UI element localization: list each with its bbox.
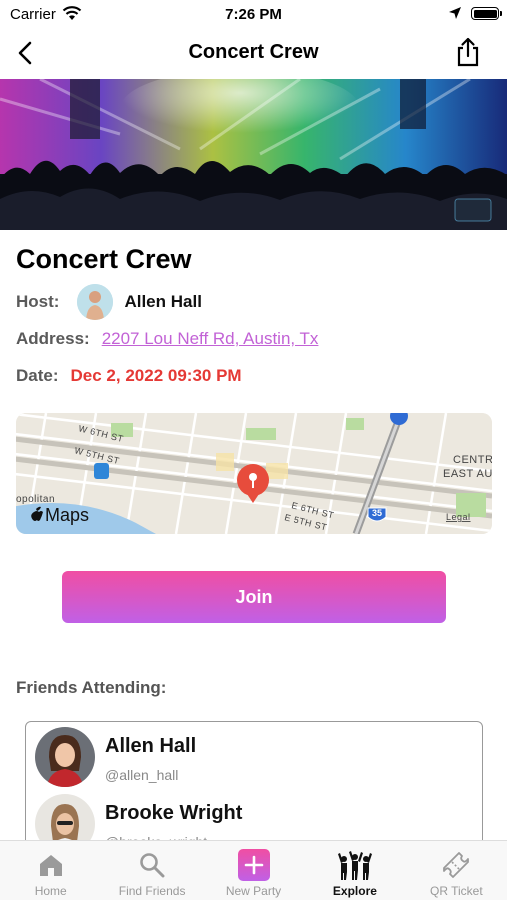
svg-text:Maps: Maps bbox=[45, 505, 89, 525]
event-date: Dec 2, 2022 09:30 PM bbox=[70, 366, 242, 385]
people-cheering-icon bbox=[337, 849, 372, 881]
tab-new-party[interactable]: New Party bbox=[203, 841, 304, 900]
location-map[interactable]: 35 W 6TH ST W 5TH ST E 6TH ST E 5TH ST C… bbox=[16, 413, 492, 534]
tab-bar: Home Find Friends New Party Explore QR T… bbox=[0, 840, 507, 900]
svg-text:35: 35 bbox=[372, 508, 382, 518]
tab-find-friends[interactable]: Find Friends bbox=[101, 841, 202, 900]
ticket-icon bbox=[439, 849, 473, 881]
friend-name: Allen Hall bbox=[105, 735, 197, 757]
avatar[interactable] bbox=[77, 284, 114, 320]
tab-label: Explore bbox=[332, 884, 377, 898]
svg-text:Legal: Legal bbox=[446, 512, 471, 522]
friend-handle: @allen_hall bbox=[105, 767, 179, 783]
tab-qr-ticket[interactable]: QR Ticket bbox=[406, 841, 507, 900]
join-button[interactable]: Join bbox=[62, 571, 446, 623]
list-item[interactable]: Allen Hall @allen_hall bbox=[35, 725, 475, 787]
friends-attending-label: Friends Attending: bbox=[16, 678, 167, 697]
address-row: Address: 2207 Lou Neff Rd, Austin, Tx bbox=[16, 329, 318, 349]
search-icon bbox=[135, 849, 169, 881]
plus-icon bbox=[237, 849, 271, 881]
svg-text:EAST AU: EAST AU bbox=[443, 468, 492, 480]
navigation-bar: Concert Crew bbox=[0, 28, 507, 78]
tab-label: QR Ticket bbox=[429, 884, 483, 898]
tab-label: Find Friends bbox=[118, 884, 186, 898]
svg-text:opolitan: opolitan bbox=[16, 494, 55, 505]
battery-icon bbox=[471, 7, 502, 20]
event-title: Concert Crew bbox=[16, 244, 192, 274]
share-icon[interactable] bbox=[454, 36, 482, 68]
address-link[interactable]: 2207 Lou Neff Rd, Austin, Tx bbox=[102, 329, 319, 349]
event-cover-image bbox=[0, 79, 507, 230]
host-name[interactable]: Allen Hall bbox=[124, 292, 201, 312]
avatar bbox=[35, 727, 95, 787]
status-bar: Carrier 7:26 PM bbox=[0, 0, 507, 28]
svg-text:CENTR: CENTR bbox=[453, 454, 492, 466]
host-label: Host: bbox=[16, 292, 60, 311]
clock: 7:26 PM bbox=[225, 6, 282, 23]
friend-name: Brooke Wright bbox=[105, 802, 243, 824]
tab-home[interactable]: Home bbox=[0, 841, 101, 900]
date-row: Date: Dec 2, 2022 09:30 PM bbox=[16, 366, 242, 386]
location-arrow-icon bbox=[448, 6, 462, 25]
page-title: Concert Crew bbox=[188, 41, 319, 63]
address-label: Address: bbox=[16, 329, 90, 348]
home-icon bbox=[34, 849, 68, 881]
host-row: Host: Allen Hall bbox=[16, 284, 202, 320]
tab-explore[interactable]: Explore bbox=[304, 841, 405, 900]
tab-label: New Party bbox=[225, 884, 282, 898]
tab-label: Home bbox=[34, 884, 67, 898]
date-label: Date: bbox=[16, 366, 59, 385]
